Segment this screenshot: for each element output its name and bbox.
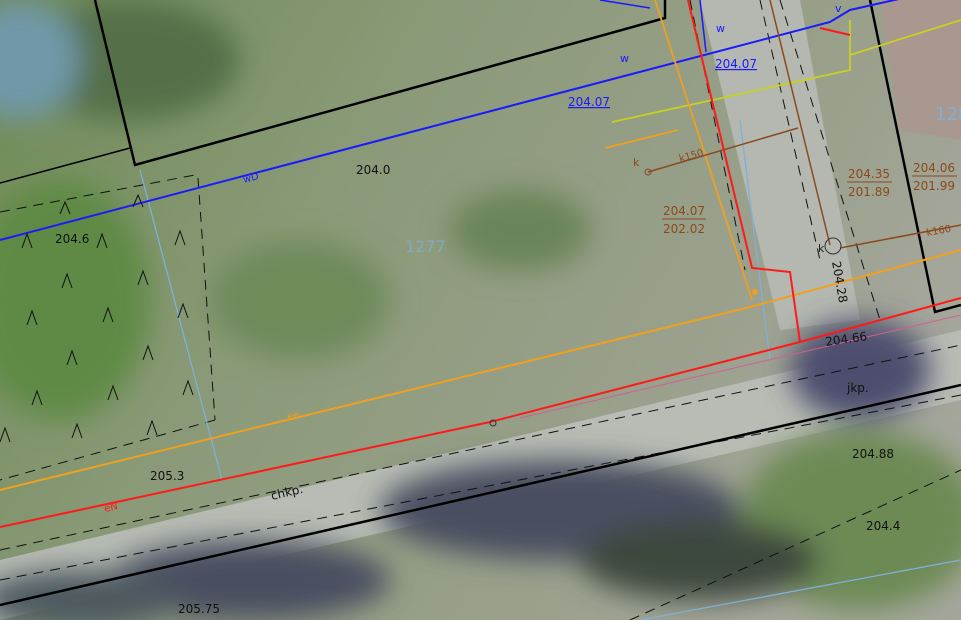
water-label: v xyxy=(835,2,842,15)
sewer-level-top: 204.35 xyxy=(848,167,890,181)
water-level: 204.07 xyxy=(568,95,610,109)
map-view[interactable]: 204.0 204.6 205.3 204.88 204.4 205.75 20… xyxy=(0,0,961,620)
parcel-number: 1277 xyxy=(405,237,446,256)
road-label: jkp. xyxy=(846,381,869,395)
elevation-label: 205.75 xyxy=(178,602,220,616)
parcel-number-right: 128 xyxy=(935,104,961,125)
sewer-level-bottom: 201.99 xyxy=(913,179,955,193)
sewer-level-top: 204.06 xyxy=(913,161,955,175)
elevation-label: 204.88 xyxy=(852,447,894,461)
water-label: w xyxy=(716,22,725,35)
water-level: 204.07 xyxy=(715,57,757,71)
elevation-label: 204.6 xyxy=(55,232,89,246)
gas-valve-icon[interactable] xyxy=(752,289,758,295)
aerial-map-canvas: 204.0 204.6 205.3 204.88 204.4 205.75 20… xyxy=(0,0,961,620)
sewer-manhole-label: k xyxy=(633,156,640,169)
sewer-manhole-label: k xyxy=(818,242,825,255)
sewer-level-bottom: 201.89 xyxy=(848,185,890,199)
water-label: w xyxy=(620,52,629,65)
elevation-label: 205.3 xyxy=(150,469,184,483)
elevation-label: 204.0 xyxy=(356,163,390,177)
sewer-level-top: 204.07 xyxy=(663,204,705,218)
elevation-label: 204.4 xyxy=(866,519,900,533)
sewer-level-bottom: 202.02 xyxy=(663,222,705,236)
